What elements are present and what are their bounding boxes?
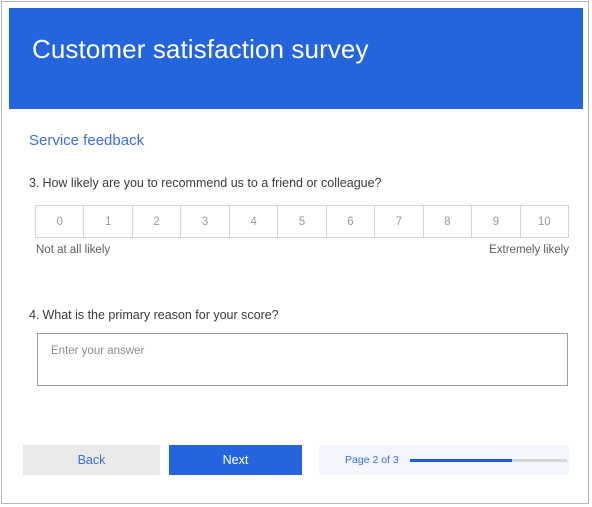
back-button[interactable]: Back — [23, 445, 160, 475]
progress-bar-track — [409, 458, 567, 462]
section-title: Service feedback — [29, 132, 145, 149]
question-3-text: How likely are you to recommend us to a … — [42, 176, 382, 190]
next-button[interactable]: Next — [169, 445, 302, 475]
rating-scale-group[interactable]: 0 1 2 3 4 5 6 7 8 9 10 — [35, 205, 569, 238]
question-4-text: What is the primary reason for your scor… — [42, 308, 279, 322]
answer-textarea[interactable]: Enter your answer — [37, 333, 568, 386]
question-3-number: 3. — [29, 176, 40, 190]
rating-option-2[interactable]: 2 — [132, 206, 182, 237]
question-3-label: 3. How likely are you to recommend us to … — [29, 175, 382, 192]
answer-placeholder: Enter your answer — [51, 345, 145, 357]
rating-option-4[interactable]: 4 — [229, 206, 279, 237]
survey-window: Customer satisfaction survey Service fee… — [1, 1, 589, 504]
rating-option-0[interactable]: 0 — [36, 206, 85, 237]
rating-option-5[interactable]: 5 — [278, 206, 327, 237]
progress-panel: Page 2 of 3 — [319, 445, 569, 475]
question-4-label: 4. What is the primary reason for your sc… — [29, 307, 279, 324]
rating-option-3[interactable]: 3 — [181, 206, 230, 237]
progress-bar-fill — [409, 458, 512, 462]
rating-option-6[interactable]: 6 — [326, 206, 376, 237]
rating-low-label: Not at all likely — [36, 244, 111, 256]
rating-high-label: Extremely likely — [489, 244, 569, 256]
rating-option-8[interactable]: 8 — [423, 206, 473, 237]
form-body: Service feedback 3. How likely are you to… — [9, 109, 583, 498]
question-4-number: 4. — [29, 308, 40, 322]
rating-option-7[interactable]: 7 — [375, 206, 424, 237]
rating-option-9[interactable]: 9 — [472, 206, 521, 237]
page-title: Customer satisfaction survey — [32, 34, 369, 64]
rating-option-10[interactable]: 10 — [520, 206, 568, 237]
rating-option-1[interactable]: 1 — [84, 206, 133, 237]
form-header-banner: Customer satisfaction survey — [9, 8, 583, 109]
page-indicator-label: Page 2 of 3 — [345, 454, 399, 466]
